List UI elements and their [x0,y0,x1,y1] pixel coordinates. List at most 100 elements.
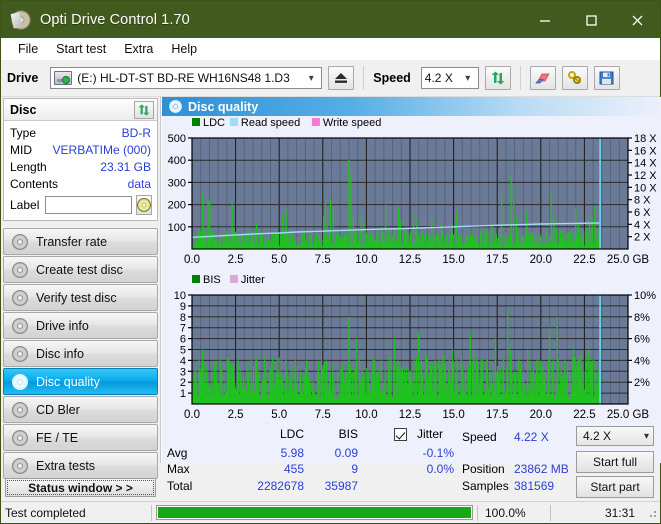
speed-select[interactable]: 4.2 X ▾ [420,67,479,89]
maximize-icon[interactable] [568,1,614,38]
drive-icon [54,71,73,85]
menu-file[interactable]: File [9,40,47,58]
svg-text:200: 200 [168,200,186,212]
svg-text:500: 500 [168,133,186,145]
svg-text:16 X: 16 X [634,145,657,157]
chevron-down-icon: ▾ [643,430,649,442]
svg-text:Jitter: Jitter [241,274,265,286]
status-window-button[interactable]: Status window > > [5,478,156,497]
main-header: Disc quality [162,97,661,116]
disc-mid-label: MID [10,142,32,157]
bis-chart[interactable]: 12345678910 2% 4% 6% 8% 10% 0.0 2.5 5.0 7.5 10.0 12… [162,273,661,428]
eject-button[interactable] [328,66,355,90]
svg-text:18 X: 18 X [634,133,657,145]
drive-select[interactable]: (E:) HL-DT-ST BD-RE WH16NS48 1.D3 ▾ [50,67,323,89]
drive-toolbar: Drive (E:) HL-DT-ST BD-RE WH16NS48 1.D3 … [1,60,660,97]
sidebar-item-label: Drive info [36,318,89,333]
jitter-checkbox[interactable] [394,428,407,441]
sidebar-item-transfer-rate[interactable]: Transfer rate [3,228,158,255]
stats-row-total: Total [167,479,193,493]
chevron-down-icon: ▾ [308,72,314,84]
disc-row-mid: MID VERBATIMe (000) [10,141,151,158]
sidebar-item-label: Disc quality [36,374,100,389]
sidebar-item-verify-test-disc[interactable]: Verify test disc [3,284,158,311]
stats-col-bis: BIS [338,427,358,441]
speed-label: Speed [373,71,411,85]
sidebar-item-fe-te[interactable]: FE / TE [3,424,158,451]
ldc-max-value: 455 [283,462,304,476]
app-icon [11,9,31,30]
test-speed-select[interactable]: 4.2 X ▾ [576,426,654,446]
sidebar-item-disc-quality[interactable]: Disc quality [3,368,158,395]
close-icon[interactable] [614,1,660,38]
sidebar-item-extra-tests[interactable]: Extra tests [3,452,158,479]
test-speed-value: 4.2 X [583,429,612,443]
bis-max-value: 9 [351,462,358,476]
bis-avg-value: 0.09 [334,446,358,460]
svg-text:BIS: BIS [203,274,221,286]
svg-text:400: 400 [168,155,186,167]
ldc-avg-value: 5.98 [280,446,304,460]
svg-text:8: 8 [180,312,186,324]
svg-text:300: 300 [168,177,186,189]
disc-refresh-button[interactable] [134,100,154,119]
sidebar-item-label: Create test disc [36,262,123,277]
window-title: Opti Drive Control 1.70 [40,11,190,28]
sidebar-item-disc-info[interactable]: Disc info [3,340,158,367]
progress-percent: 100.0% [485,505,526,520]
minimize-icon[interactable] [522,1,568,38]
sidebar-item-create-test-disc[interactable]: Create test disc [3,256,158,283]
sidebar-item-label: Transfer rate [36,234,108,249]
disc-label-input[interactable] [45,196,133,214]
sidebar-item-label: CD Bler [36,402,80,417]
save-button[interactable] [593,66,620,90]
jitter-max-value: 0.0% [426,462,454,476]
svg-text:15.0: 15.0 [442,409,464,421]
svg-text:6 X: 6 X [634,207,651,219]
disc-info-rows: Type BD-R MID VERBATIMe (000) Length 23.… [4,121,157,220]
tools-button[interactable] [561,66,588,90]
svg-text:7: 7 [180,323,186,335]
disc-icon [12,317,28,334]
ldc-total-value: 2282678 [257,479,304,493]
disc-panel-title: Disc [10,102,37,117]
svg-text:5.0: 5.0 [271,254,287,266]
start-full-button[interactable]: Start full [576,451,654,473]
svg-text:25.0 GB: 25.0 GB [607,254,650,266]
svg-text:0.0: 0.0 [184,409,200,421]
svg-text:17.5: 17.5 [486,409,508,421]
svg-text:8%: 8% [634,312,650,324]
menu-extra[interactable]: Extra [115,40,162,58]
elapsed-time: 31:31 [604,505,635,520]
refresh-button[interactable] [484,66,511,90]
resize-grip-icon[interactable] [646,506,658,519]
disc-icon [12,345,28,362]
sidebar-item-label: Verify test disc [36,290,117,305]
start-part-button[interactable]: Start part [576,476,654,498]
chevron-down-icon: ▾ [465,72,471,84]
disc-panel: Disc Type BD-R MID VERBATIMe (000) Lengt… [3,98,158,221]
menu-start-test[interactable]: Start test [47,40,115,58]
disc-label-button[interactable] [136,195,153,215]
sidebar-item-drive-info[interactable]: Drive info [3,312,158,339]
menu-help[interactable]: Help [162,40,206,58]
speed-select-value: 4.2 X [424,71,453,85]
start-full-label: Start full [592,455,637,469]
disc-label-row: Label [10,195,153,215]
svg-text:LDC: LDC [203,117,225,129]
disc-icon [12,429,28,446]
svg-text:2.5: 2.5 [228,254,244,266]
stats-row-avg: Avg [167,446,188,460]
ldc-chart[interactable]: 1002003004005002 X4 X6 X8 X10 X12 X14 X1… [162,116,661,273]
progress-fill [158,507,471,518]
svg-text:5.0: 5.0 [271,409,287,421]
body: Disc Type BD-R MID VERBATIMe (000) Lengt… [1,97,661,498]
position-label: Position [462,462,505,476]
sidebar: Disc Type BD-R MID VERBATIMe (000) Lengt… [1,97,161,479]
svg-text:25.0 GB: 25.0 GB [607,409,650,421]
sidebar-item-cd-bler[interactable]: CD Bler [3,396,158,423]
status-window-label: Status window > > [28,480,133,495]
svg-text:Write speed: Write speed [323,117,382,129]
toolbar-divider [519,66,521,90]
erase-button[interactable] [529,66,556,90]
